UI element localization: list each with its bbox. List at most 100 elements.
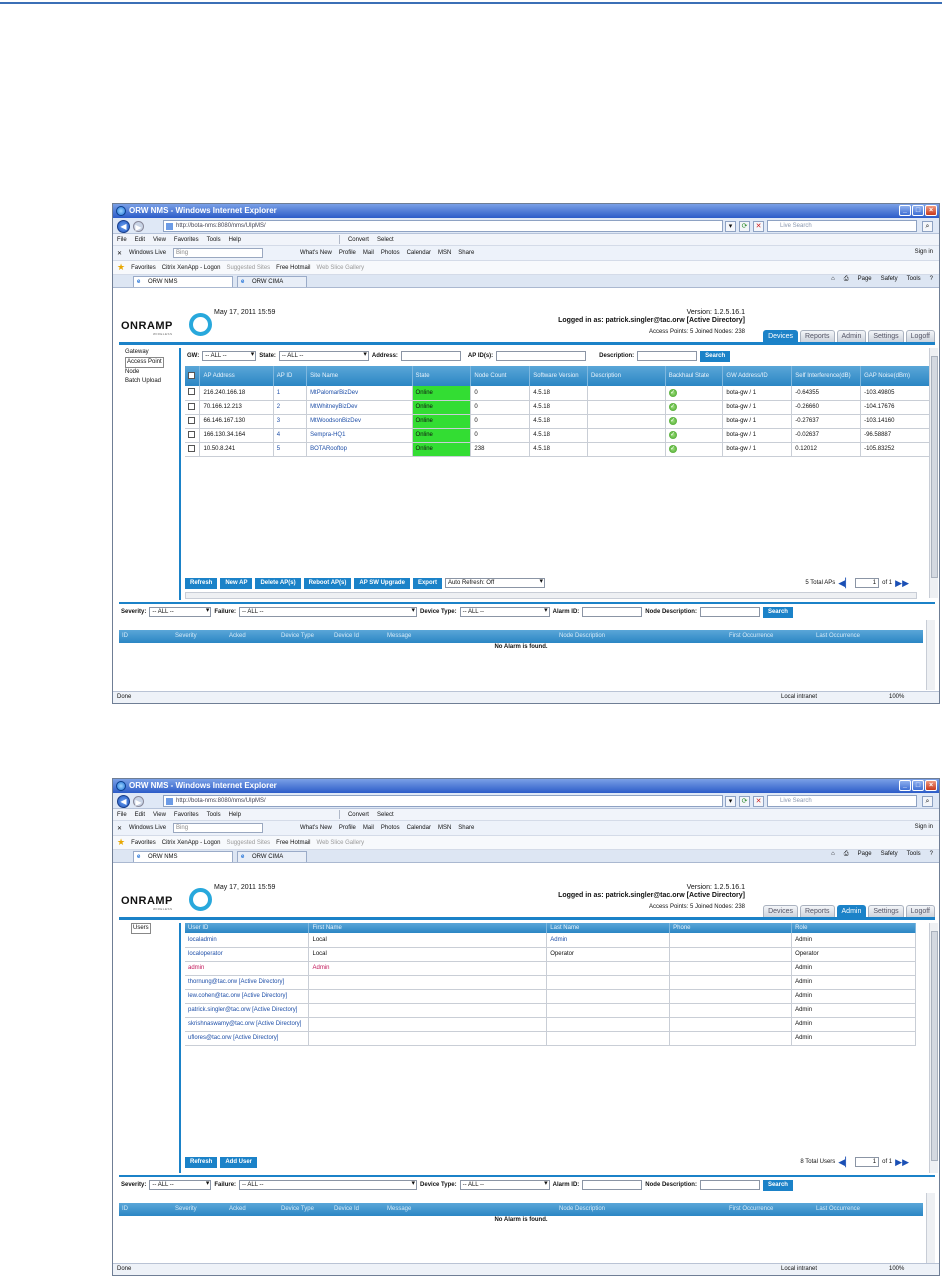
page-number-input[interactable]: 1 (855, 1157, 880, 1167)
live-link-msn[interactable]: MSN (438, 250, 451, 256)
row-checkbox[interactable] (188, 444, 195, 452)
next-page-icon[interactable]: ▶▶ (895, 578, 909, 588)
table-row[interactable]: thornung@tac.orw [Active Directory] Admi… (185, 975, 916, 990)
tab-settings[interactable]: Settings (868, 905, 904, 917)
fav-web-slice[interactable]: Web Slice Gallery (317, 265, 365, 271)
first-page-icon[interactable]: ◀▏ (838, 1157, 852, 1167)
home-icon[interactable]: ⌂ (831, 851, 835, 858)
back-arrow-icon[interactable]: ◀ (117, 220, 130, 233)
windows-live-label[interactable]: Windows Live (129, 250, 166, 256)
windows-live-label[interactable]: Windows Live (129, 825, 166, 831)
auto-refresh-select[interactable]: Auto Refresh: Off (444, 578, 545, 588)
tab-devices[interactable]: Devices (763, 330, 798, 342)
col-user-id[interactable]: User ID (185, 923, 310, 933)
convert-button[interactable]: Convert (348, 237, 369, 243)
refresh-icon[interactable]: ⟳ (739, 796, 750, 807)
col-backhaul-state[interactable]: Backhaul State (665, 366, 724, 386)
add-user-button[interactable]: Add User (220, 1156, 258, 1168)
live-link-msn[interactable]: MSN (438, 825, 451, 831)
minimize-button[interactable]: _ (899, 780, 911, 791)
stop-icon[interactable]: ✕ (753, 796, 764, 807)
severity-select[interactable]: -- ALL -- (149, 1180, 212, 1190)
cell-ap-id[interactable]: 2 (273, 400, 308, 415)
status-zoom[interactable]: 100% (889, 694, 904, 700)
failure-select[interactable]: -- ALL -- (239, 1180, 418, 1190)
bing-search-input[interactable]: Bing (173, 823, 264, 833)
table-row[interactable]: 166.130.34.164 4 Sempra-HQ1 Online 0 4.5… (185, 428, 930, 443)
menu-help[interactable]: Help (229, 237, 241, 243)
menu-tools[interactable]: Tools (207, 812, 221, 818)
device-type-select[interactable]: -- ALL -- (459, 607, 550, 617)
menu-favorites[interactable]: Favorites (174, 812, 199, 818)
tab-orw-nms[interactable]: ORW NMS (133, 276, 233, 287)
help-icon[interactable]: ? (930, 276, 933, 283)
table-row[interactable]: uflores@tac.orw [Active Directory] Admin (185, 1031, 916, 1046)
col-device-id[interactable]: Device Id (334, 1206, 359, 1212)
live-link-whats-new[interactable]: What's New (300, 825, 332, 831)
col-phone[interactable]: Phone (669, 923, 793, 933)
sidebar-item-node[interactable]: Node (125, 368, 179, 377)
back-arrow-icon[interactable]: ◀ (117, 795, 130, 808)
col-device-id[interactable]: Device Id (334, 633, 359, 639)
tab-reports[interactable]: Reports (800, 330, 835, 342)
print-icon[interactable]: ⎙ (844, 851, 849, 858)
col-acked[interactable]: Acked (229, 633, 246, 639)
row-checkbox[interactable] (188, 402, 195, 410)
minimize-button[interactable]: _ (899, 205, 911, 216)
table-row[interactable]: 216.240.166.18 1 MtPalomarBizDev Online … (185, 386, 930, 401)
tab-admin[interactable]: Admin (836, 330, 867, 342)
node-desc-input[interactable] (699, 607, 760, 617)
url-dropdown-icon[interactable]: ▾ (725, 796, 736, 807)
cell-user-id[interactable]: patrick.singler@tac.orw [Active Director… (185, 1003, 310, 1018)
cell-site-name[interactable]: BOTARooftop (306, 442, 413, 457)
command-safety[interactable]: Safety (881, 276, 898, 283)
live-link-photos[interactable]: Photos (381, 825, 400, 831)
menu-view[interactable]: View (153, 812, 166, 818)
alarm-search-button[interactable]: Search (762, 606, 793, 618)
forward-arrow-icon[interactable]: ▶ (133, 796, 144, 807)
cell-ap-id[interactable]: 4 (273, 428, 308, 443)
cell-site-name[interactable]: MtWhitneyBizDev (306, 400, 413, 415)
col-gw-address[interactable]: GW Address/ID (722, 366, 793, 386)
forward-arrow-icon[interactable]: ▶ (133, 221, 144, 232)
tab-orw-nms[interactable]: ORW NMS (133, 851, 233, 862)
failure-select[interactable]: -- ALL -- (239, 607, 418, 617)
close-toolbar-icon[interactable]: ✕ (117, 825, 122, 832)
cell-user-id[interactable]: uflores@tac.orw [Active Directory] (185, 1031, 310, 1046)
fav-suggested-sites[interactable]: Suggested Sites (226, 265, 270, 271)
cell-user-id[interactable]: skrishnaswamy@tac.orw [Active Directory] (185, 1017, 310, 1032)
alarm-id-input[interactable] (582, 1180, 643, 1190)
alarm-scrollbar[interactable] (926, 1193, 935, 1263)
tab-devices[interactable]: Devices (763, 905, 798, 917)
col-first-occurrence[interactable]: First Occurrence (729, 633, 773, 639)
col-alarm-id[interactable]: ID (122, 633, 128, 639)
tab-reports[interactable]: Reports (800, 905, 835, 917)
row-checkbox[interactable] (188, 388, 195, 396)
new-ap-button[interactable]: New AP (220, 577, 253, 589)
col-node-count[interactable]: Node Count (470, 366, 531, 386)
col-description[interactable]: Description (587, 366, 666, 386)
table-row[interactable]: skrishnaswamy@tac.orw [Active Directory]… (185, 1017, 916, 1032)
cell-user-id[interactable]: thornung@tac.orw [Active Directory] (185, 975, 310, 990)
next-page-icon[interactable]: ▶▶ (895, 1157, 909, 1167)
col-last-occurrence[interactable]: Last Occurrence (816, 1206, 860, 1212)
menu-tools[interactable]: Tools (207, 237, 221, 243)
tab-logoff[interactable]: Logoff (905, 905, 935, 917)
cell-site-name[interactable]: MtPalomarBizDev (306, 386, 413, 401)
ap-search-button[interactable]: Search (700, 350, 731, 362)
command-page[interactable]: Page (858, 276, 872, 283)
live-link-share[interactable]: Share (458, 250, 474, 256)
sidebar-item-batch-upload[interactable]: Batch Upload (125, 377, 179, 386)
export-button[interactable]: Export (412, 577, 442, 589)
home-icon[interactable]: ⌂ (831, 276, 835, 283)
status-zoom[interactable]: 100% (889, 1266, 904, 1272)
refresh-icon[interactable]: ⟳ (739, 221, 750, 232)
live-link-photos[interactable]: Photos (381, 250, 400, 256)
close-toolbar-icon[interactable]: ✕ (117, 250, 122, 257)
col-node-description[interactable]: Node Description (559, 633, 605, 639)
table-row[interactable]: lew.cohen@tac.orw [Active Directory] Adm… (185, 989, 916, 1004)
maximize-button[interactable]: □ (912, 205, 924, 216)
cell-user-id[interactable]: admin (185, 961, 310, 976)
help-icon[interactable]: ? (930, 851, 933, 858)
live-link-whats-new[interactable]: What's New (300, 250, 332, 256)
